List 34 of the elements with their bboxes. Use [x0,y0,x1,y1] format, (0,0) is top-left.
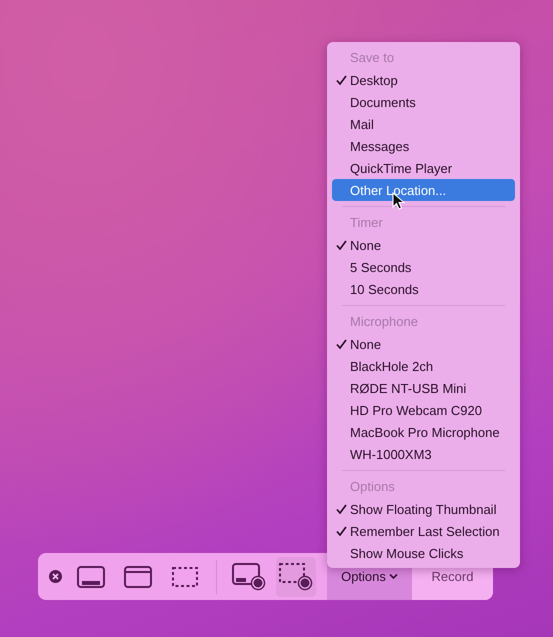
menu-item[interactable]: BlackHole 2ch [332,355,515,377]
screen-record-icon [232,562,266,590]
menu-section-header: Save to [349,49,396,67]
menu-item[interactable]: QuickTime Player [332,157,515,179]
menu-item[interactable]: Mail [332,113,515,135]
menu-item[interactable]: MacBook Pro Microphone [332,421,515,443]
close-icon [49,570,62,583]
chevron-down-icon [388,573,398,580]
menu-section-header: Microphone [349,313,419,331]
menu-item[interactable]: 10 Seconds [332,278,515,300]
menu-item[interactable]: WH-1000XM3 [332,443,515,465]
checkmark-icon [336,339,347,349]
close-button[interactable] [49,570,62,583]
menu-item[interactable]: None [332,333,515,355]
screen-icon [77,566,105,588]
selection-record-icon [279,562,313,590]
menu-item[interactable]: None [332,234,515,256]
menu-item[interactable]: Desktop [332,69,515,91]
checkmark-icon [336,526,347,536]
menu-item[interactable]: Messages [332,135,515,157]
checkmark-icon [336,240,347,250]
menu-item[interactable]: 5 Seconds [332,256,515,278]
dashed-selection-icon [172,566,198,586]
menu-section-header: Options [349,478,396,496]
menu-item[interactable]: RØDE NT-USB Mini [332,377,515,399]
menu-item[interactable]: HD Pro Webcam C920 [332,399,515,421]
menu-item[interactable]: Documents [332,91,515,113]
menu-item[interactable]: Remember Last Selection [332,520,515,542]
window-icon [124,566,152,588]
capture-mode-button[interactable] [276,556,316,596]
menu-section-header: Timer [349,214,384,232]
checkmark-icon [336,75,347,85]
menu-item[interactable]: Show Floating Thumbnail [332,498,515,520]
checkmark-icon [336,504,347,514]
